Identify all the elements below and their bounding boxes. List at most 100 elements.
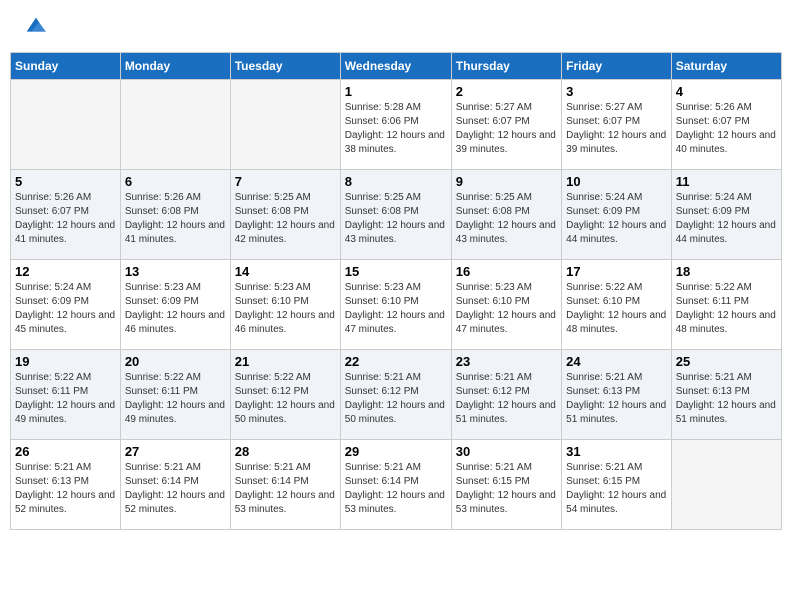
day-number: 6 xyxy=(125,174,226,189)
day-number: 10 xyxy=(566,174,667,189)
empty-cell xyxy=(11,80,121,170)
weekday-header-thursday: Thursday xyxy=(451,53,561,80)
day-number: 4 xyxy=(676,84,777,99)
day-info: Sunrise: 5:21 AMSunset: 6:15 PMDaylight:… xyxy=(566,461,667,517)
calendar-day-7: 7Sunrise: 5:25 AMSunset: 6:08 PMDaylight… xyxy=(230,170,340,260)
day-info: Sunrise: 5:24 AMSunset: 6:09 PMDaylight:… xyxy=(676,191,777,247)
calendar-day-30: 30 Sunrise: 5:21 AMSunset: 6:15 PMDayligh… xyxy=(451,440,561,530)
day-number: 26 xyxy=(15,444,116,459)
day-info: Sunrise: 5:23 AMSunset: 6:10 PMDaylight:… xyxy=(345,281,447,337)
page-header xyxy=(10,10,782,42)
day-number: 9 xyxy=(456,174,557,189)
day-number: 29 xyxy=(345,444,447,459)
day-info: Sunrise: 5:21 AMSunset: 6:12 PMDaylight:… xyxy=(456,371,557,427)
calendar-week-1: 1Sunrise: 5:28 AMSunset: 6:06 PMDaylight… xyxy=(11,80,782,170)
day-number: 25 xyxy=(676,354,777,369)
day-info: Sunrise: 5:22 AMSunset: 6:11 PMDaylight:… xyxy=(15,371,116,427)
day-info: Sunrise: 5:21 AMSunset: 6:14 PMDaylight:… xyxy=(235,461,336,517)
day-info: Sunrise: 5:21 AMSunset: 6:15 PMDaylight:… xyxy=(456,461,557,517)
day-info: Sunrise: 5:23 AMSunset: 6:09 PMDaylight:… xyxy=(125,281,226,337)
calendar-day-1: 1Sunrise: 5:28 AMSunset: 6:06 PMDaylight… xyxy=(340,80,451,170)
weekday-header-monday: Monday xyxy=(120,53,230,80)
calendar-day-26: 26Sunrise: 5:21 AMSunset: 6:13 PMDayligh… xyxy=(11,440,121,530)
calendar-day-19: 19 Sunrise: 5:22 AMSunset: 6:11 PMDayligh… xyxy=(11,350,121,440)
day-number: 19 xyxy=(15,354,116,369)
calendar-week-2: 5 Sunrise: 5:26 AMSunset: 6:07 PMDaylight… xyxy=(11,170,782,260)
calendar-week-3: 12 Sunrise: 5:24 AMSunset: 6:09 PMDayligh… xyxy=(11,260,782,350)
day-info: Sunrise: 5:26 AMSunset: 6:07 PMDaylight:… xyxy=(15,191,116,247)
day-info: Sunrise: 5:24 AMSunset: 6:09 PMDaylight:… xyxy=(15,281,116,337)
day-number: 16 xyxy=(456,264,557,279)
day-info: Sunrise: 5:25 AMSunset: 6:08 PMDaylight:… xyxy=(345,191,447,247)
day-info: Sunrise: 5:21 AMSunset: 6:13 PMDaylight:… xyxy=(676,371,777,427)
empty-cell xyxy=(230,80,340,170)
day-info: Sunrise: 5:21 AMSunset: 6:14 PMDaylight:… xyxy=(125,461,226,517)
calendar-day-21: 21 Sunrise: 5:22 AMSunset: 6:12 PMDayligh… xyxy=(230,350,340,440)
calendar-day-28: 28Sunrise: 5:21 AMSunset: 6:14 PMDayligh… xyxy=(230,440,340,530)
day-number: 2 xyxy=(456,84,557,99)
day-info: Sunrise: 5:21 AMSunset: 6:14 PMDaylight:… xyxy=(345,461,447,517)
day-number: 18 xyxy=(676,264,777,279)
day-info: Sunrise: 5:24 AMSunset: 6:09 PMDaylight:… xyxy=(566,191,667,247)
calendar-day-29: 29 Sunrise: 5:21 AMSunset: 6:14 PMDayligh… xyxy=(340,440,451,530)
weekday-header-saturday: Saturday xyxy=(671,53,781,80)
weekday-header-row: SundayMondayTuesdayWednesdayThursdayFrid… xyxy=(11,53,782,80)
calendar-day-31: 31 Sunrise: 5:21 AMSunset: 6:15 PMDayligh… xyxy=(562,440,672,530)
day-number: 12 xyxy=(15,264,116,279)
day-number: 30 xyxy=(456,444,557,459)
calendar-day-9: 9 Sunrise: 5:25 AMSunset: 6:08 PMDaylight… xyxy=(451,170,561,260)
weekday-header-friday: Friday xyxy=(562,53,672,80)
day-number: 27 xyxy=(125,444,226,459)
day-info: Sunrise: 5:22 AMSunset: 6:12 PMDaylight:… xyxy=(235,371,336,427)
day-info: Sunrise: 5:22 AMSunset: 6:11 PMDaylight:… xyxy=(676,281,777,337)
day-number: 22 xyxy=(345,354,447,369)
weekday-header-sunday: Sunday xyxy=(11,53,121,80)
calendar-day-16: 16 Sunrise: 5:23 AMSunset: 6:10 PMDayligh… xyxy=(451,260,561,350)
calendar-day-2: 2Sunrise: 5:27 AMSunset: 6:07 PMDaylight… xyxy=(451,80,561,170)
day-number: 3 xyxy=(566,84,667,99)
calendar-day-22: 22 Sunrise: 5:21 AMSunset: 6:12 PMDayligh… xyxy=(340,350,451,440)
calendar-day-12: 12 Sunrise: 5:24 AMSunset: 6:09 PMDayligh… xyxy=(11,260,121,350)
weekday-header-wednesday: Wednesday xyxy=(340,53,451,80)
calendar-day-23: 23 Sunrise: 5:21 AMSunset: 6:12 PMDayligh… xyxy=(451,350,561,440)
day-info: Sunrise: 5:27 AMSunset: 6:07 PMDaylight:… xyxy=(566,101,667,157)
day-number: 31 xyxy=(566,444,667,459)
day-info: Sunrise: 5:22 AMSunset: 6:11 PMDaylight:… xyxy=(125,371,226,427)
weekday-header-tuesday: Tuesday xyxy=(230,53,340,80)
day-number: 13 xyxy=(125,264,226,279)
logo xyxy=(20,15,50,37)
day-info: Sunrise: 5:21 AMSunset: 6:12 PMDaylight:… xyxy=(345,371,447,427)
calendar-day-15: 15 Sunrise: 5:23 AMSunset: 6:10 PMDayligh… xyxy=(340,260,451,350)
day-info: Sunrise: 5:25 AMSunset: 6:08 PMDaylight:… xyxy=(456,191,557,247)
day-number: 11 xyxy=(676,174,777,189)
day-number: 7 xyxy=(235,174,336,189)
calendar-day-17: 17 Sunrise: 5:22 AMSunset: 6:10 PMDayligh… xyxy=(562,260,672,350)
day-number: 21 xyxy=(235,354,336,369)
empty-cell xyxy=(671,440,781,530)
day-number: 5 xyxy=(15,174,116,189)
calendar-day-4: 4Sunrise: 5:26 AMSunset: 6:07 PMDaylight… xyxy=(671,80,781,170)
day-info: Sunrise: 5:23 AMSunset: 6:10 PMDaylight:… xyxy=(235,281,336,337)
day-number: 14 xyxy=(235,264,336,279)
calendar-day-8: 8Sunrise: 5:25 AMSunset: 6:08 PMDaylight… xyxy=(340,170,451,260)
calendar-day-27: 27 Sunrise: 5:21 AMSunset: 6:14 PMDayligh… xyxy=(120,440,230,530)
calendar-week-5: 26Sunrise: 5:21 AMSunset: 6:13 PMDayligh… xyxy=(11,440,782,530)
calendar-day-13: 13 Sunrise: 5:23 AMSunset: 6:09 PMDayligh… xyxy=(120,260,230,350)
calendar-day-20: 20 Sunrise: 5:22 AMSunset: 6:11 PMDayligh… xyxy=(120,350,230,440)
day-number: 15 xyxy=(345,264,447,279)
day-number: 20 xyxy=(125,354,226,369)
calendar-day-24: 24Sunrise: 5:21 AMSunset: 6:13 PMDayligh… xyxy=(562,350,672,440)
day-number: 24 xyxy=(566,354,667,369)
calendar-table: SundayMondayTuesdayWednesdayThursdayFrid… xyxy=(10,52,782,530)
calendar-day-6: 6 Sunrise: 5:26 AMSunset: 6:08 PMDaylight… xyxy=(120,170,230,260)
calendar-day-25: 25 Sunrise: 5:21 AMSunset: 6:13 PMDayligh… xyxy=(671,350,781,440)
day-info: Sunrise: 5:23 AMSunset: 6:10 PMDaylight:… xyxy=(456,281,557,337)
day-number: 17 xyxy=(566,264,667,279)
day-number: 23 xyxy=(456,354,557,369)
day-info: Sunrise: 5:22 AMSunset: 6:10 PMDaylight:… xyxy=(566,281,667,337)
day-info: Sunrise: 5:28 AMSunset: 6:06 PMDaylight:… xyxy=(345,101,447,157)
calendar-day-14: 14 Sunrise: 5:23 AMSunset: 6:10 PMDayligh… xyxy=(230,260,340,350)
calendar-day-11: 11 Sunrise: 5:24 AMSunset: 6:09 PMDayligh… xyxy=(671,170,781,260)
day-info: Sunrise: 5:26 AMSunset: 6:08 PMDaylight:… xyxy=(125,191,226,247)
calendar-day-5: 5 Sunrise: 5:26 AMSunset: 6:07 PMDaylight… xyxy=(11,170,121,260)
